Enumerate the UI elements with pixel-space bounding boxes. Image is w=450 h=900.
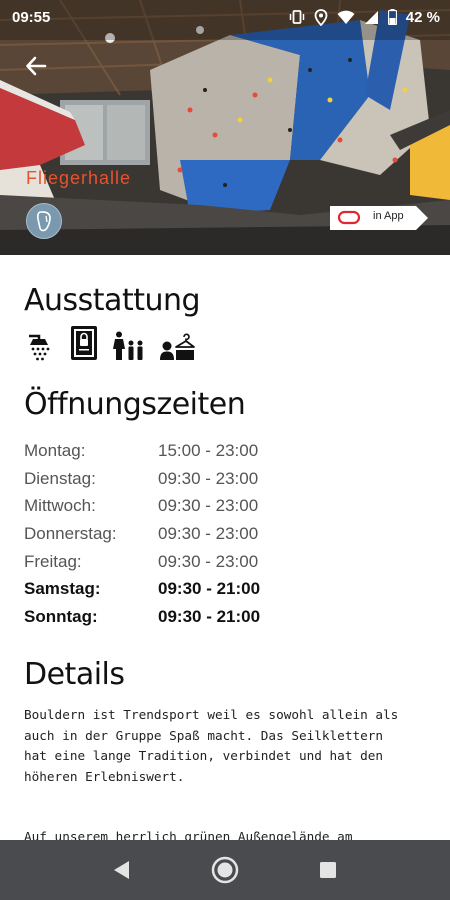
carabiner-badge[interactable]: [26, 203, 62, 239]
back-button[interactable]: [20, 50, 52, 82]
hours-row-thursday: Donnerstag: 09:30 - 23:00: [24, 520, 324, 548]
day-label: Montag:: [24, 440, 86, 460]
hall-name: Fliegerhalle: [26, 168, 132, 188]
battery-level: 42 %: [405, 8, 440, 26]
time-range: 09:30 - 23:00: [158, 496, 259, 516]
status-icons: 42 %: [289, 9, 440, 26]
time-range: 09:30 - 23:00: [158, 523, 259, 543]
time-range: 09:30 - 23:00: [158, 468, 259, 488]
nav-recents-button[interactable]: [308, 850, 348, 890]
hours-row-tuesday: Dienstag: 09:30 - 23:00: [24, 465, 324, 493]
time-range: 09:30 - 23:00: [158, 551, 259, 571]
in-app-label: in App: [373, 210, 404, 222]
amenities-list: [26, 325, 196, 365]
details-paragraph-cut: Auf unserem herrlich grünen Außengelände…: [24, 827, 424, 840]
hours-row-friday: Freitag: 09:30 - 23:00: [24, 548, 324, 576]
triangle-back-icon: [113, 861, 129, 879]
family-icon: [112, 331, 146, 365]
time-range: 09:30 - 21:00: [158, 606, 261, 626]
details-paragraph: Bouldern ist Trendsport weil es sowohl a…: [24, 705, 424, 787]
equipment-title: Ausstattung: [24, 283, 201, 318]
status-time: 09:55: [12, 8, 51, 26]
status-bar: 09:55 42 %: [0, 0, 450, 34]
arrow-back-icon: [26, 56, 47, 76]
hours-row-saturday: Samstag: 09:30 - 21:00: [24, 575, 324, 603]
wardrobe-icon: [160, 333, 196, 365]
details-line: höheren Erlebniswert.: [24, 768, 185, 784]
cell-signal-icon: [364, 10, 378, 24]
day-label: Donnerstag:: [24, 523, 117, 543]
details-line: Auf unserem herrlich grünen Außengelände…: [24, 829, 353, 840]
time-range: 09:30 - 21:00: [158, 579, 261, 599]
system-nav-bar: [0, 840, 450, 900]
opening-hours-title: Öffnungszeiten: [24, 387, 246, 422]
day-label: Dienstag:: [24, 468, 96, 488]
details-title: Details: [24, 657, 125, 692]
day-label: Sonntag:: [24, 606, 98, 626]
details-line: Bouldern ist Trendsport weil es sowohl a…: [24, 707, 399, 722]
vibrate-icon: [289, 10, 305, 24]
location-icon: [314, 8, 328, 26]
hours-row-wednesday: Mittwoch: 09:30 - 23:00: [24, 492, 324, 520]
hours-row-monday: Montag: 15:00 - 23:00: [24, 437, 324, 465]
carabiner-icon: [37, 211, 51, 232]
gym-details-content[interactable]: Ausstattung Öffnungszeiten Montag: 15:00…: [0, 255, 450, 840]
details-line: auch in der Gruppe Spaß macht. Das Seilk…: [24, 727, 384, 743]
battery-icon: [387, 9, 397, 25]
hours-row-sunday: Sonntag: 09:30 - 21:00: [24, 603, 324, 631]
day-label: Mittwoch:: [24, 496, 96, 516]
opening-hours-table: Montag: 15:00 - 23:00 Dienstag: 09:30 - …: [24, 437, 324, 631]
locker-icon: [70, 325, 98, 365]
day-label: Samstag:: [24, 579, 101, 599]
nav-back-button[interactable]: [102, 850, 142, 890]
wifi-icon: [337, 10, 355, 24]
in-app-tag[interactable]: in App: [330, 206, 428, 230]
shower-icon: [26, 333, 56, 365]
square-recents-icon: [320, 862, 337, 878]
home-circle-icon: [211, 856, 239, 884]
nav-home-button[interactable]: [205, 850, 245, 890]
details-line: hat eine lange Tradition, verbindet und …: [24, 748, 384, 763]
gym-hero-image: 09:55 42 % Fliegerhalle in App: [0, 0, 450, 255]
day-label: Freitag:: [24, 551, 82, 571]
time-range: 15:00 - 23:00: [158, 440, 259, 460]
